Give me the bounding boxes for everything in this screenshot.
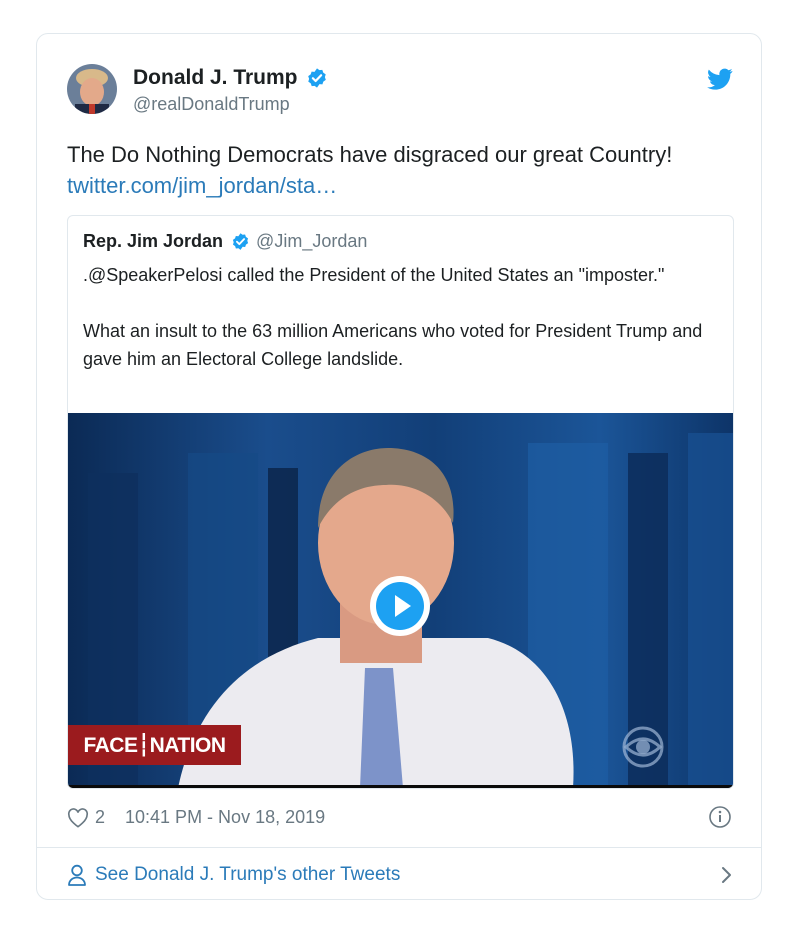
author-name-row[interactable]: Donald J. Trump [133, 66, 328, 90]
quoted-text-paragraph-1: .@SpeakerPelosi called the President of … [83, 265, 665, 285]
author-handle[interactable]: @realDonaldTrump [133, 94, 290, 115]
tweet-link[interactable]: twitter.com/jim_jordan/sta… [67, 170, 737, 201]
see-other-tweets-link[interactable]: See Donald J. Trump's other Tweets [67, 860, 734, 890]
author-name[interactable]: Donald J. Trump [133, 66, 298, 90]
video-thumbnail[interactable]: FACE┆NATION [68, 413, 733, 788]
heart-icon[interactable] [67, 807, 89, 828]
like-count[interactable]: 2 [95, 807, 105, 828]
video-bottom-bar [68, 785, 733, 788]
verified-badge-icon [231, 232, 250, 251]
twitter-bird-icon[interactable] [707, 66, 733, 92]
tweet-text: The Do Nothing Democrats have disgraced … [67, 139, 737, 201]
tweet-body: The Do Nothing Democrats have disgraced … [67, 142, 673, 167]
embedded-tweet-card: Donald J. Trump @realDonaldTrump The Do … [36, 33, 762, 900]
author-avatar[interactable] [67, 64, 117, 114]
network-lower-third: FACE┆NATION [68, 725, 241, 765]
quoted-tweet[interactable]: Rep. Jim Jordan @Jim_Jordan .@SpeakerPel… [67, 215, 734, 789]
quoted-author-name[interactable]: Rep. Jim Jordan [83, 231, 223, 252]
person-icon [67, 864, 87, 886]
verified-badge-icon [306, 67, 328, 89]
quoted-text-paragraph-2: What an insult to the 63 million America… [83, 321, 703, 369]
cbs-eye-icon [621, 725, 665, 769]
quoted-tweet-text: .@SpeakerPelosi called the President of … [83, 261, 713, 373]
tweet-meta: 2 10:41 PM - Nov 18, 2019 [67, 807, 325, 828]
play-icon [376, 582, 424, 630]
info-icon[interactable] [708, 805, 732, 829]
see-other-tweets-label[interactable]: See Donald J. Trump's other Tweets [95, 864, 400, 886]
quoted-author-handle[interactable]: @Jim_Jordan [256, 231, 367, 252]
play-button[interactable] [370, 576, 430, 636]
chevron-right-icon[interactable] [720, 865, 734, 885]
footer-divider [37, 847, 761, 848]
quoted-tweet-header: Rep. Jim Jordan @Jim_Jordan [83, 231, 367, 252]
tweet-timestamp[interactable]: 10:41 PM - Nov 18, 2019 [125, 807, 325, 828]
